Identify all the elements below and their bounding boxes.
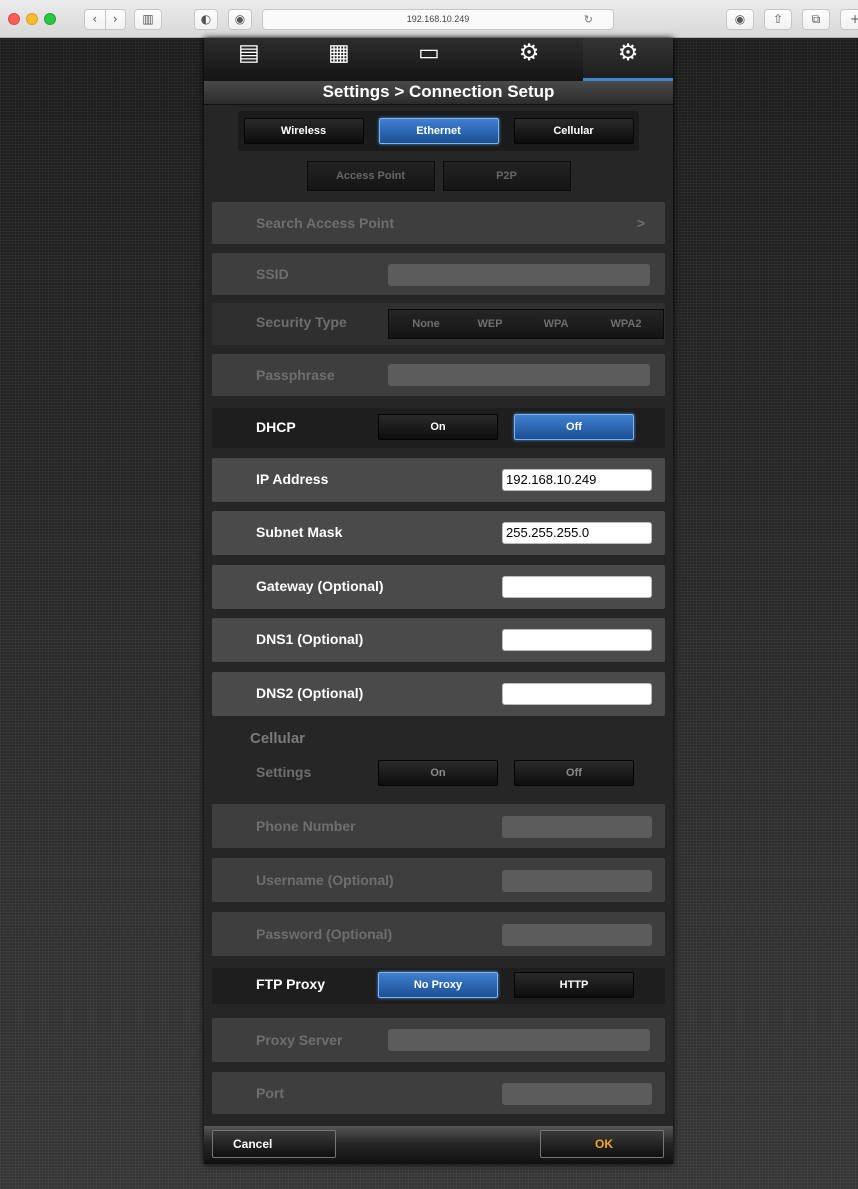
cellular-off-button[interactable]: Off <box>514 760 634 786</box>
subnet-mask-field[interactable]: 255.255.255.0 <box>502 522 652 544</box>
username-row: Username (Optional) <box>212 858 665 902</box>
page-title: Settings > Connection Setup <box>204 81 673 105</box>
back-icon[interactable]: ‹ <box>85 10 105 29</box>
dns2-row: DNS2 (Optional) <box>212 672 665 716</box>
gateway-row: Gateway (Optional) <box>212 565 665 609</box>
password-label: Password (Optional) <box>256 926 393 942</box>
ip-address-field[interactable]: 192.168.10.249 <box>502 469 652 491</box>
new-tab-icon[interactable]: + <box>840 9 858 30</box>
proxy-server-label: Proxy Server <box>256 1032 343 1048</box>
proxy-server-field[interactable] <box>388 1029 650 1051</box>
ftp-proxy-label: FTP Proxy <box>256 976 325 992</box>
gear-icon[interactable]: ⚙ <box>583 38 673 81</box>
security-type-row: Security Type None WEP WPA WPA2 <box>212 303 665 345</box>
ssid-label: SSID <box>256 266 289 282</box>
footer-bar: Cancel OK <box>204 1126 673 1164</box>
dns2-label: DNS2 (Optional) <box>256 685 364 701</box>
ip-address-label: IP Address <box>256 471 329 487</box>
passphrase-label: Passphrase <box>256 367 335 383</box>
reader-icon[interactable]: ◐ <box>194 9 218 30</box>
browser-toolbar: ‹ › ▥ ◐ ◉ 192.168.10.249 ↻ ◉ ⇧ ⧉ + <box>0 0 858 38</box>
dhcp-label: DHCP <box>256 419 296 435</box>
nav-buttons: ‹ › <box>84 9 126 30</box>
dns1-label: DNS1 (Optional) <box>256 631 364 647</box>
edit-icon[interactable]: ▤ <box>204 38 294 81</box>
security-wep-option[interactable]: WEP <box>459 310 521 338</box>
url-text: 192.168.10.249 <box>406 14 470 24</box>
connection-tabs: Wireless Ethernet Cellular <box>238 111 639 151</box>
tab-wireless[interactable]: Wireless <box>243 118 364 144</box>
cellular-section-header: Cellular <box>250 730 306 747</box>
minimize-window-button[interactable] <box>26 13 38 25</box>
tab-ethernet[interactable]: Ethernet <box>378 118 499 144</box>
no-proxy-button[interactable]: No Proxy <box>378 972 498 998</box>
camera-settings-app: ▤ ▦ ▭ ⚙ ⚙ Settings > Connection Setup Wi… <box>204 38 673 1164</box>
ftp-proxy-row: FTP Proxy No Proxy HTTP <box>212 968 665 1004</box>
dns1-field[interactable] <box>502 629 652 651</box>
cellular-settings-row: Settings On Off <box>212 756 665 792</box>
ok-button[interactable]: OK <box>540 1130 664 1158</box>
port-label: Port <box>256 1085 284 1101</box>
address-bar[interactable]: 192.168.10.249 ↻ <box>262 9 614 30</box>
security-wpa-option[interactable]: WPA <box>525 310 587 338</box>
subtab-p2p[interactable]: P2P <box>442 161 571 191</box>
search-access-point-label: Search Access Point <box>256 215 394 231</box>
search-access-point-row[interactable]: Search Access Point > <box>212 202 665 244</box>
password-row: Password (Optional) <box>212 912 665 956</box>
cancel-button[interactable]: Cancel <box>212 1130 336 1158</box>
proxy-server-row: Proxy Server <box>212 1018 665 1062</box>
reload-icon[interactable]: ↻ <box>584 10 593 29</box>
phone-number-field[interactable] <box>502 816 652 838</box>
app-toolbar: ▤ ▦ ▭ ⚙ ⚙ <box>204 38 673 81</box>
dns2-field[interactable] <box>502 683 652 705</box>
dns1-row: DNS1 (Optional) <box>212 618 665 662</box>
security-wpa2-option[interactable]: WPA2 <box>593 310 659 338</box>
subnet-mask-row: Subnet Mask 255.255.255.0 <box>212 511 665 555</box>
port-field[interactable] <box>502 1083 652 1105</box>
username-field[interactable] <box>502 870 652 892</box>
ssid-row: SSID <box>212 253 665 295</box>
passphrase-row: Passphrase <box>212 354 665 396</box>
security-type-selector: None WEP WPA WPA2 <box>388 309 664 339</box>
cellular-settings-label: Settings <box>256 764 312 780</box>
downloads-icon[interactable]: ◉ <box>726 9 754 30</box>
chevron-right-icon: > <box>636 215 645 231</box>
ssid-field[interactable] <box>388 264 650 286</box>
gateway-field[interactable] <box>502 576 652 598</box>
camera-settings-icon[interactable]: ⚙ <box>484 38 574 81</box>
close-window-button[interactable] <box>8 13 20 25</box>
sidebar-icon[interactable]: ▥ <box>134 9 162 30</box>
phone-number-row: Phone Number <box>212 804 665 848</box>
security-none-option[interactable]: None <box>395 310 457 338</box>
share-icon[interactable]: ⇧ <box>764 9 792 30</box>
dhcp-on-button[interactable]: On <box>378 414 498 440</box>
passphrase-field[interactable] <box>388 364 650 386</box>
subnet-mask-label: Subnet Mask <box>256 524 343 540</box>
extension-icon[interactable]: ◉ <box>228 9 252 30</box>
export-icon[interactable]: ▦ <box>294 38 384 81</box>
cellular-on-button[interactable]: On <box>378 760 498 786</box>
gateway-label: Gateway (Optional) <box>256 578 384 594</box>
wireless-mode-tabs: Access Point P2P <box>204 151 673 201</box>
subtab-access-point[interactable]: Access Point <box>306 161 435 191</box>
tab-cellular[interactable]: Cellular <box>513 118 634 144</box>
phone-number-label: Phone Number <box>256 818 356 834</box>
http-proxy-button[interactable]: HTTP <box>514 972 634 998</box>
security-type-label: Security Type <box>256 314 347 330</box>
dhcp-off-button[interactable]: Off <box>514 414 634 440</box>
forward-icon[interactable]: › <box>104 10 126 29</box>
monitor-icon[interactable]: ▭ <box>384 38 474 81</box>
password-field[interactable] <box>502 924 652 946</box>
dhcp-row: DHCP On Off <box>212 408 665 448</box>
tabs-icon[interactable]: ⧉ <box>802 9 830 30</box>
port-row: Port <box>212 1072 665 1114</box>
zoom-window-button[interactable] <box>44 13 56 25</box>
ip-address-row: IP Address 192.168.10.249 <box>212 458 665 502</box>
username-label: Username (Optional) <box>256 872 394 888</box>
